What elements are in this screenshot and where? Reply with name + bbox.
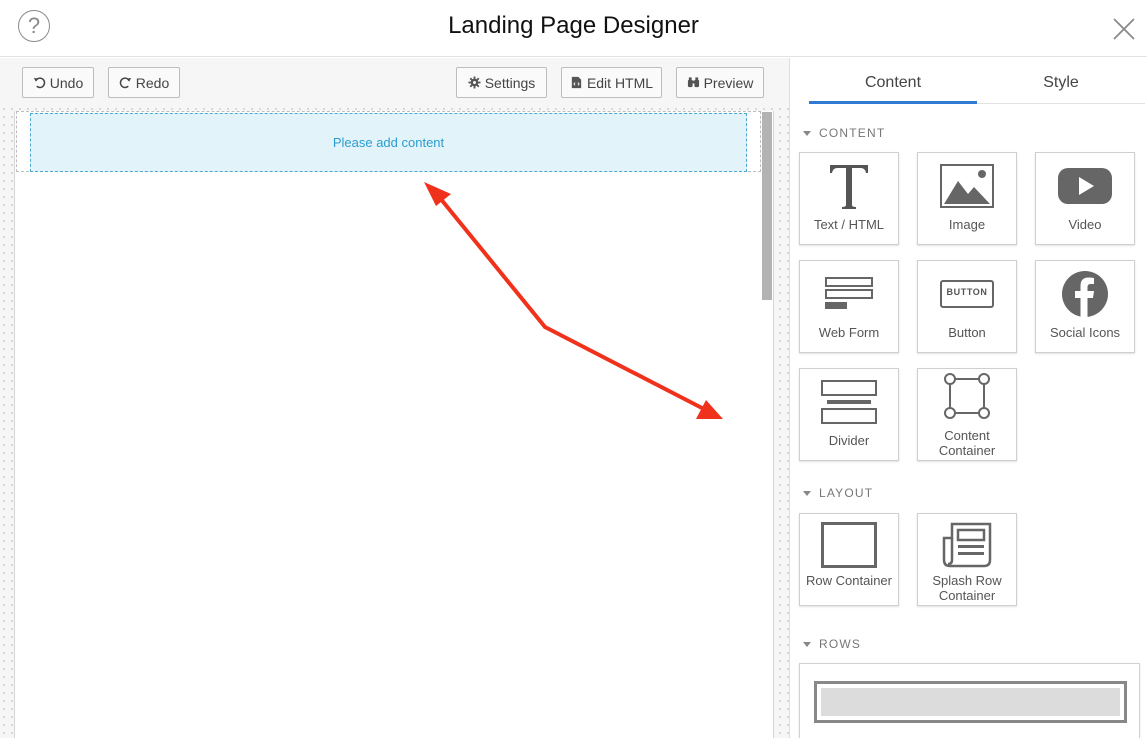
preview-label: Preview bbox=[703, 74, 754, 91]
tile-divider[interactable]: Divider bbox=[799, 368, 899, 461]
sidebar-panel: Content Style CONTENT Text / HTML Image … bbox=[791, 58, 1147, 738]
settings-label: Settings bbox=[484, 74, 536, 91]
dropzone-placeholder: Please add content bbox=[332, 135, 445, 150]
tile-label: Web Form bbox=[818, 325, 880, 340]
tab-style[interactable]: Style bbox=[977, 74, 1145, 92]
caret-down-icon bbox=[803, 130, 811, 136]
tile-web-form[interactable]: Web Form bbox=[799, 260, 899, 353]
tile-row-container[interactable]: Row Container bbox=[799, 513, 899, 606]
web-form-icon bbox=[825, 277, 873, 309]
settings-button[interactable]: Settings bbox=[456, 67, 547, 98]
binoculars-icon bbox=[687, 77, 699, 88]
splash-row-icon bbox=[942, 522, 992, 568]
page-title: Landing Page Designer bbox=[448, 12, 699, 39]
container-icon bbox=[944, 373, 990, 419]
tile-label: Social Icons bbox=[1049, 325, 1121, 340]
divider-icon bbox=[821, 380, 877, 424]
content-dropzone[interactable]: Please add content bbox=[30, 113, 747, 172]
tile-video[interactable]: Video bbox=[1035, 152, 1135, 245]
tile-image[interactable]: Image bbox=[917, 152, 1017, 245]
tile-label: Button bbox=[948, 325, 986, 340]
tab-content[interactable]: Content bbox=[809, 74, 977, 92]
video-icon bbox=[1058, 168, 1112, 204]
button-icon-text: BUTTON bbox=[946, 287, 988, 297]
tile-label: Row Container bbox=[806, 573, 892, 588]
row-container-icon bbox=[821, 522, 877, 568]
section-rows-label: ROWS bbox=[819, 637, 862, 651]
text-icon bbox=[830, 165, 868, 209]
row-template-preview[interactable] bbox=[799, 663, 1140, 738]
tile-label: Content Container bbox=[938, 428, 996, 458]
redo-label: Redo bbox=[135, 74, 170, 91]
tile-text-html[interactable]: Text / HTML bbox=[799, 152, 899, 245]
section-content-label: CONTENT bbox=[819, 126, 886, 140]
code-file-icon bbox=[571, 76, 582, 89]
tile-label: Text / HTML bbox=[813, 217, 885, 232]
tile-label: Divider bbox=[828, 433, 870, 448]
gear-icon bbox=[468, 76, 481, 89]
undo-icon bbox=[33, 77, 46, 89]
page-canvas[interactable] bbox=[14, 111, 774, 738]
preview-button[interactable]: Preview bbox=[676, 67, 764, 98]
section-layout-label: LAYOUT bbox=[819, 486, 874, 500]
tile-label: Splash Row Container bbox=[932, 573, 1002, 603]
edit-html-label: Edit HTML bbox=[586, 74, 654, 91]
tile-splash-row-container[interactable]: Splash Row Container bbox=[917, 513, 1017, 606]
active-tab-indicator bbox=[809, 101, 977, 104]
image-icon bbox=[940, 164, 994, 208]
tile-label: Image bbox=[948, 217, 986, 232]
tile-button[interactable]: BUTTON Button bbox=[917, 260, 1017, 353]
tile-social-icons[interactable]: Social Icons bbox=[1035, 260, 1135, 353]
title-bar: ? Landing Page Designer bbox=[0, 0, 1147, 57]
section-layout-header[interactable]: LAYOUT bbox=[803, 486, 873, 500]
canvas-scrollbar[interactable] bbox=[762, 112, 772, 300]
caret-down-icon bbox=[803, 490, 811, 496]
tile-content-container[interactable]: Content Container bbox=[917, 368, 1017, 461]
redo-button[interactable]: Redo bbox=[108, 67, 180, 98]
section-rows-header[interactable]: ROWS bbox=[803, 637, 861, 651]
editor-area: Undo Redo Settings Edit HTML Preview Ple… bbox=[0, 58, 790, 738]
row-template-frame bbox=[814, 681, 1127, 723]
section-content-header[interactable]: CONTENT bbox=[803, 126, 885, 140]
edit-html-button[interactable]: Edit HTML bbox=[561, 67, 662, 98]
landing-page-designer-window: ? Landing Page Designer Undo Redo Settin… bbox=[0, 0, 1147, 738]
undo-button[interactable]: Undo bbox=[22, 67, 94, 98]
caret-down-icon bbox=[803, 641, 811, 647]
close-icon[interactable] bbox=[1112, 17, 1136, 41]
facebook-icon bbox=[1062, 271, 1108, 317]
undo-label: Undo bbox=[49, 74, 84, 91]
redo-icon bbox=[119, 77, 131, 89]
tile-label: Video bbox=[1068, 217, 1102, 232]
